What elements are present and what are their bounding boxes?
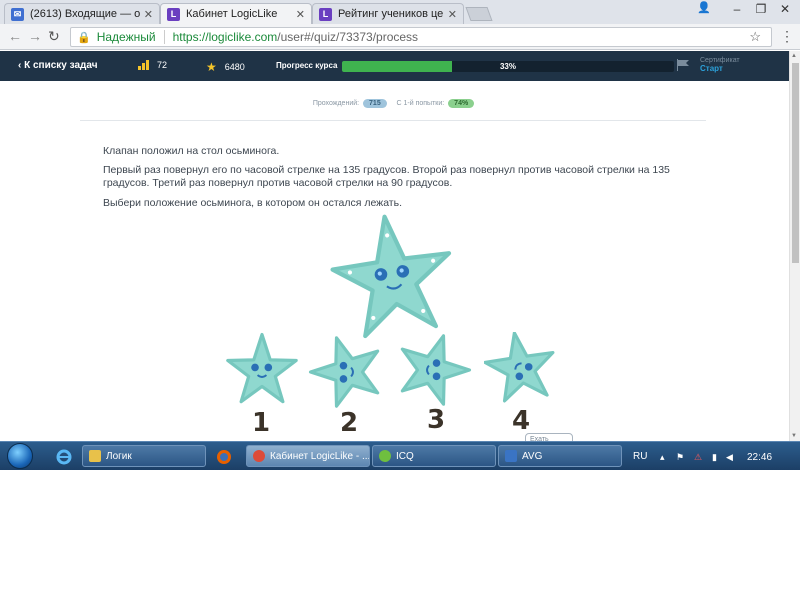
taskbar-label: Логик: [106, 450, 132, 462]
first-try-badge: 74%: [448, 99, 475, 108]
option-3-number[interactable]: 3: [427, 405, 445, 435]
taskbar-label: Кабинет LogicLike - ...: [270, 450, 370, 462]
tab-title: (2613) Входящие — olas: [30, 8, 140, 20]
language-indicator[interactable]: RU: [633, 451, 647, 462]
question-intro: Клапан положил на стол осьминога.: [103, 145, 280, 157]
stars-value: 6480: [224, 62, 245, 72]
progress-percent: 33%: [499, 62, 516, 71]
tab-title: Рейтинг учеников центр: [338, 8, 444, 20]
tray-arrow-icon[interactable]: ▴: [660, 452, 665, 463]
scroll-up-icon[interactable]: ▲: [791, 53, 797, 59]
minimize-icon[interactable]: –: [726, 0, 748, 18]
tab-inbox[interactable]: ✉ (2613) Входящие — olas ✕: [4, 3, 160, 24]
firefox-icon[interactable]: [216, 449, 232, 465]
taskbar-item-logic[interactable]: Логик: [82, 445, 206, 467]
tray-network-icon[interactable]: ⚠: [694, 452, 702, 463]
reload-icon[interactable]: ↻: [48, 28, 60, 45]
tab-rating[interactable]: L Рейтинг учеников центр ✕: [312, 3, 464, 24]
close-icon[interactable]: ✕: [296, 8, 305, 21]
course-progress-bar: 33%: [342, 61, 674, 72]
back-label: К списку задач: [24, 60, 98, 71]
address-bar[interactable]: 🔒 Надежный https://logiclike.com /user#/…: [70, 27, 772, 47]
progress-label: Прогресс курса: [276, 61, 338, 70]
first-try-label: С 1-й попытки:: [396, 100, 445, 107]
tab-title: Кабинет LogicLike: [186, 8, 278, 20]
start-button[interactable]: [7, 443, 33, 469]
certificate-info[interactable]: Сертификат Старт: [700, 57, 740, 74]
option-2-starfish[interactable]: [308, 334, 384, 410]
tray-volume-icon[interactable]: ◀: [726, 452, 733, 463]
flag-icon: [677, 59, 689, 71]
taskbar-item-avg[interactable]: AVG: [498, 445, 622, 467]
option-3-starfish[interactable]: [396, 332, 472, 408]
star-icon: ★: [206, 60, 217, 74]
windows-taskbar: Логик Кабинет LogicLike - ... ICQ AVG RU…: [0, 441, 800, 470]
icq-flower-icon: [379, 450, 391, 462]
user-icon[interactable]: 👤: [697, 1, 711, 14]
option-2-number[interactable]: 2: [340, 408, 358, 438]
close-icon[interactable]: ✕: [144, 8, 153, 21]
page-scrollbar[interactable]: ▲ ▼: [789, 51, 800, 441]
forward-arrow-icon[interactable]: →: [28, 28, 42, 44]
taskbar-item-chrome[interactable]: Кабинет LogicLike - ...: [246, 445, 370, 467]
folder-icon: [89, 450, 101, 462]
screen: ✉ (2613) Входящие — olas ✕ L Кабинет Log…: [0, 0, 800, 470]
logiclike-icon: L: [319, 7, 332, 21]
scrollbar-thumb[interactable]: [792, 63, 799, 263]
stars-stat: ★ 6480: [206, 60, 245, 74]
bookmark-star-icon[interactable]: ☆: [749, 29, 761, 45]
menu-icon[interactable]: ⋮: [780, 28, 794, 45]
chrome-icon: [253, 450, 265, 462]
secure-label: Надежный: [96, 30, 156, 44]
logiclike-icon: L: [167, 7, 180, 21]
back-to-tasks-link[interactable]: ‹ К списку задач: [18, 60, 98, 71]
tab-logiclike-cabinet[interactable]: L Кабинет LogicLike ✕: [160, 3, 312, 24]
app-header: ‹ К списку задач 72 ★ 6480 Прогресс курс…: [0, 51, 789, 81]
bars-icon: [138, 60, 149, 70]
main-starfish-image: [330, 214, 452, 339]
tray-flag-icon[interactable]: ⚑: [676, 452, 684, 463]
taskbar-item-icq[interactable]: ICQ: [372, 445, 496, 467]
clock[interactable]: 22:46: [747, 452, 772, 463]
scroll-down-icon[interactable]: ▼: [791, 433, 797, 439]
certificate-value: Старт: [700, 64, 723, 73]
tab-strip: ✉ (2613) Входящие — olas ✕ L Кабинет Log…: [0, 0, 800, 24]
url-path: /user#/quiz/73373/process: [277, 30, 419, 44]
close-icon[interactable]: ✕: [448, 8, 457, 21]
question-prompt: Выбери положение осьминога, в котором он…: [103, 197, 403, 209]
level-value: 72: [157, 60, 168, 70]
option-4-starfish[interactable]: [484, 332, 560, 408]
option-4-number[interactable]: 4: [512, 406, 530, 436]
option-1-starfish[interactable]: [224, 332, 300, 408]
maximize-icon[interactable]: ❐: [750, 0, 772, 18]
level-stat: 72: [138, 60, 167, 70]
mail-icon: ✉: [11, 7, 24, 21]
back-arrow-icon[interactable]: ←: [8, 28, 22, 44]
internet-explorer-icon[interactable]: [56, 449, 72, 465]
lock-icon: 🔒: [77, 31, 91, 44]
taskbar-label: ICQ: [396, 450, 414, 462]
option-1-number[interactable]: 1: [252, 408, 270, 438]
attempts-label: Прохождений:: [312, 100, 360, 107]
question-rotations: Первый раз повернул его по часовой стрел…: [103, 164, 670, 189]
url-host: https://logiclike.com: [172, 30, 278, 44]
avg-icon: [505, 450, 517, 462]
divider: [163, 30, 165, 44]
close-window-icon[interactable]: ✕: [774, 0, 796, 18]
browser-toolbar: ← → ↻ 🔒 Надежный https://logiclike.com /…: [0, 24, 800, 50]
quiz-stats: Прохождений: 715 С 1-й попытки: 74%: [0, 99, 789, 108]
attempts-badge: 715: [363, 99, 387, 108]
window-controls: – ❐ ✕: [726, 0, 796, 18]
new-tab-button[interactable]: [465, 7, 493, 21]
divider: [80, 120, 706, 121]
taskbar-label: AVG: [522, 450, 543, 462]
tray-signal-icon[interactable]: ▮: [712, 452, 717, 463]
